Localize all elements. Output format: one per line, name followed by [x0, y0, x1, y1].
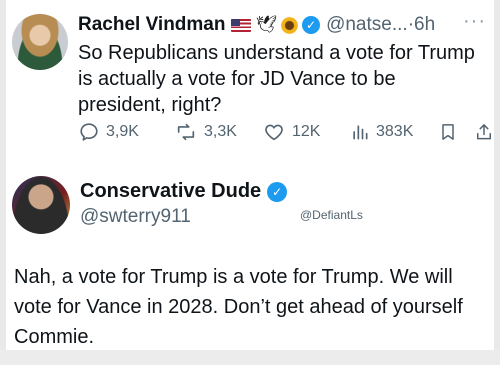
left-border — [0, 0, 6, 365]
timestamp[interactable]: 6h — [414, 14, 435, 36]
reply-author-name[interactable]: Conservative Dude — [80, 180, 261, 203]
like-button[interactable]: 12K — [262, 118, 320, 146]
reply-icon — [80, 123, 98, 141]
screenshot-frame: Rachel Vindman 🕊 ✓ @natse... · 6h ··· So… — [0, 0, 500, 365]
more-options-icon[interactable]: ··· — [463, 10, 486, 33]
reply-text: Nah, a vote for Trump is a vote for Trum… — [14, 266, 463, 348]
repost-count: 3,3K — [204, 123, 237, 140]
right-border — [494, 0, 500, 365]
sunflower-icon — [281, 16, 299, 34]
verified-badge-icon: ✓ — [302, 16, 321, 34]
reply-author-handle[interactable]: @swterry911 — [80, 206, 191, 228]
action-bar: 3,9K 3,3K 12K 383K — [78, 118, 492, 146]
reply-button[interactable]: 3,9K — [78, 118, 139, 146]
views-count: 383K — [376, 123, 414, 140]
repost-icon — [177, 123, 195, 141]
tweet-text: So Republicans understand a vote for Tru… — [78, 42, 475, 116]
us-flag-icon — [231, 18, 252, 32]
like-count: 12K — [292, 123, 321, 140]
repost-button[interactable]: 3,3K — [174, 118, 237, 146]
bottom-border — [0, 350, 500, 365]
reply-avatar[interactable] — [12, 176, 70, 234]
views-button[interactable]: 383K — [350, 118, 413, 146]
share-button[interactable] — [474, 118, 500, 146]
share-icon — [477, 124, 491, 140]
avatar[interactable] — [12, 14, 68, 70]
author-handle[interactable]: @natse... — [326, 14, 408, 36]
heart-icon — [265, 124, 283, 141]
bookmark-button[interactable] — [438, 118, 464, 146]
reply-count: 3,9K — [106, 123, 139, 140]
reply-header: Conservative Dude ✓ — [80, 180, 288, 203]
tweet-header: Rachel Vindman 🕊 ✓ @natse... · 6h — [78, 12, 435, 38]
original-tweet[interactable]: Rachel Vindman 🕊 ✓ @natse... · 6h ··· So… — [12, 6, 492, 158]
verified-badge-icon: ✓ — [267, 181, 288, 202]
watermark: @DefiantLs — [300, 208, 363, 222]
eagle-icon: 🕊 — [255, 15, 278, 34]
author-name[interactable]: Rachel Vindman — [78, 14, 225, 36]
views-icon — [353, 125, 368, 140]
bookmark-icon — [442, 124, 454, 140]
